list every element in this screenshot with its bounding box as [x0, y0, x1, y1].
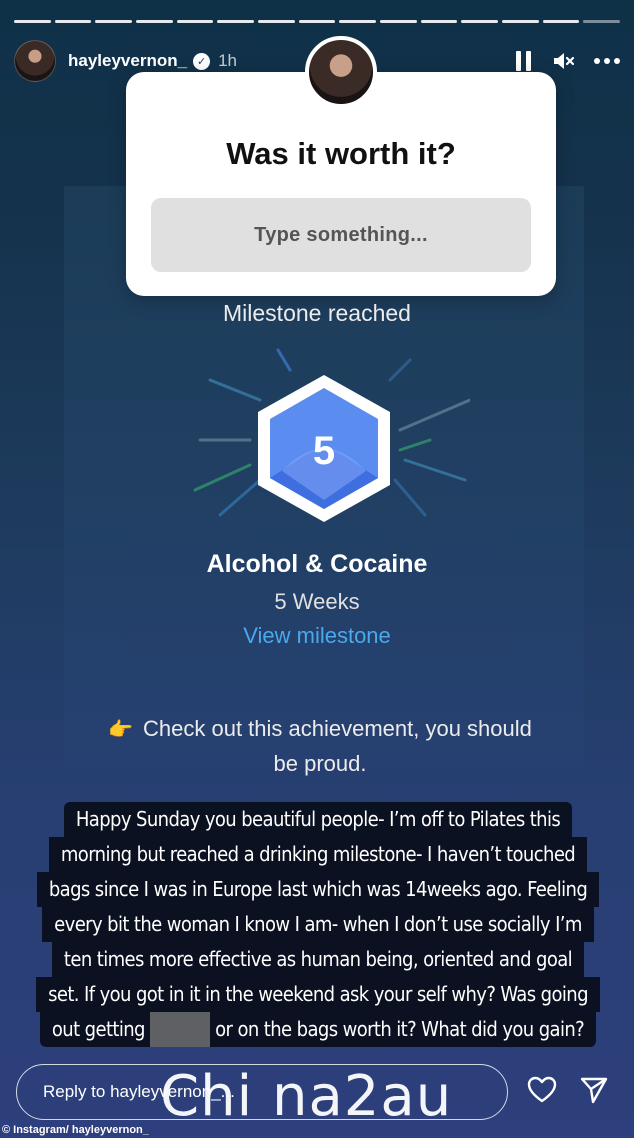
redaction-box — [150, 1012, 211, 1047]
achievement-message: 👉 Check out this achievement, you should … — [100, 712, 540, 781]
story-caption: Happy Sunday you beautiful people- I’m o… — [32, 802, 604, 1047]
milestone-duration: 5 Weeks — [274, 589, 360, 614]
progress-segment — [420, 20, 458, 23]
timestamp: 1h — [218, 51, 237, 70]
question-title: Was it worth it? — [226, 136, 456, 171]
caption-line: ten times more effective as human being,… — [51, 942, 585, 977]
progress-segment — [380, 20, 417, 23]
progress-segment — [339, 20, 377, 23]
send-icon[interactable] — [578, 1074, 610, 1106]
caption-line: Happy Sunday you beautiful people- I’m o… — [63, 802, 573, 837]
progress-segment — [583, 20, 621, 23]
progress-segment — [54, 20, 92, 23]
question-avatar — [305, 36, 377, 108]
caption-line-last: out getting or on the bags worth it? Wha… — [39, 1012, 597, 1047]
progress-segment — [14, 20, 51, 23]
badge-number: 5 — [313, 429, 335, 473]
caption-line: morning but reached a drinking milestone… — [48, 837, 588, 872]
verified-check-icon: ✓ — [193, 52, 211, 70]
progress-segment — [95, 20, 133, 23]
caption-text-before: out getting — [51, 1017, 146, 1041]
milestone-title: Alcohol & Cocaine — [206, 550, 428, 578]
view-milestone-link[interactable]: View milestone — [0, 623, 634, 649]
profile-avatar[interactable] — [14, 40, 56, 82]
pointing-hand-icon: 👉 — [108, 719, 133, 741]
story-progress-bars — [14, 20, 621, 23]
pause-icon[interactable] — [516, 51, 532, 71]
progress-segment — [217, 20, 255, 23]
question-answer-input[interactable]: Type something... — [151, 198, 531, 272]
progress-segment — [258, 20, 295, 23]
watermark: Chi na2au — [160, 1064, 453, 1129]
caption-line: set. If you got in it in the weekend ask… — [36, 977, 600, 1012]
caption-line: bags since I was in Europe last which wa… — [36, 872, 600, 907]
caption-line: every bit the woman I know I am- when I … — [42, 907, 594, 942]
progress-segment — [461, 20, 499, 23]
caption-text-after: or on the bags worth it? What did you ga… — [215, 1017, 585, 1041]
more-options-icon[interactable] — [594, 58, 620, 64]
progress-segment — [298, 20, 336, 23]
question-sticker[interactable]: Was it worth it? Type something... — [126, 36, 556, 296]
heart-icon[interactable] — [526, 1074, 558, 1106]
progress-segment — [502, 20, 539, 23]
milestone-badge: 5 — [190, 340, 470, 540]
image-credit: © Instagram/ hayleyvernon_ — [2, 1124, 149, 1136]
mute-icon[interactable] — [552, 51, 574, 71]
header-actions — [516, 51, 620, 71]
username[interactable]: hayleyvernon_ — [68, 51, 187, 71]
progress-segment — [136, 20, 173, 23]
achievement-text: Check out this achievement, you should b… — [143, 716, 532, 776]
milestone-header: Milestone reached — [223, 300, 411, 326]
progress-segment — [176, 20, 214, 23]
progress-segment — [542, 20, 580, 23]
